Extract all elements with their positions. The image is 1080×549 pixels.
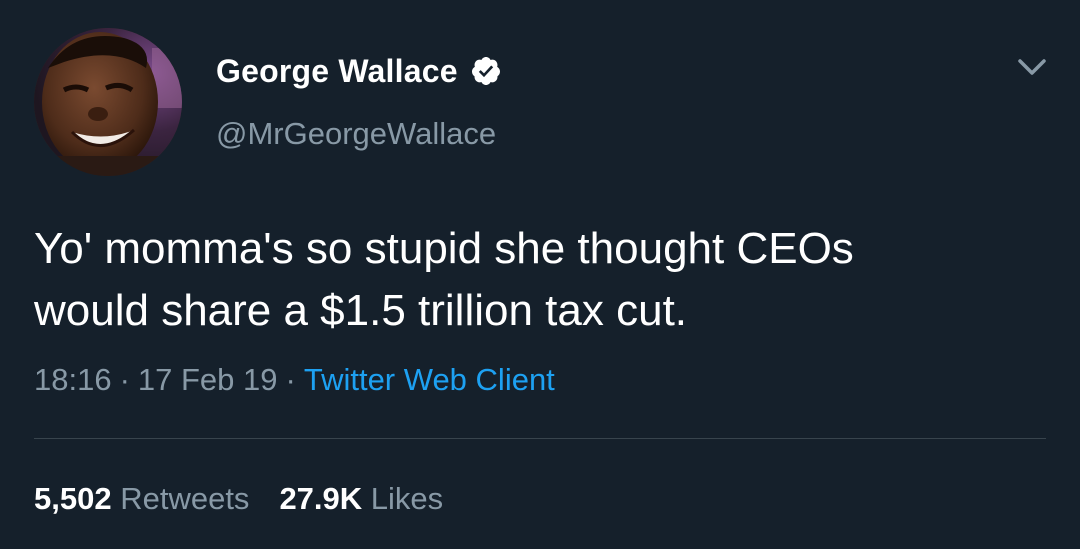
likes-label: Likes [370, 481, 444, 516]
tweet-client-link[interactable]: Twitter Web Client [304, 362, 555, 397]
likes-stat[interactable]: 27.9K Likes [279, 481, 443, 516]
verified-badge-icon [470, 55, 502, 87]
avatar[interactable] [34, 28, 182, 176]
author-handle[interactable]: @MrGeorgeWallace [216, 116, 496, 152]
tweet-date[interactable]: 17 Feb 19 [138, 362, 278, 397]
tweet-meta: 18:16 · 17 Feb 19 · Twitter Web Client [34, 362, 555, 398]
retweets-label: Retweets [120, 481, 250, 516]
display-name[interactable]: George Wallace [216, 53, 458, 90]
meta-separator: · [285, 362, 296, 397]
retweets-count: 5,502 [34, 481, 112, 516]
likes-count: 27.9K [279, 481, 363, 516]
meta-separator: · [119, 362, 130, 397]
retweets-stat[interactable]: 5,502 Retweets [34, 481, 249, 516]
chevron-down-icon[interactable] [1014, 52, 1050, 82]
avatar-photo [34, 28, 182, 176]
tweet-text: Yo' momma's so stupid she thought CEOs w… [34, 224, 854, 335]
tweet-stats: 5,502 Retweets 27.9K Likes [34, 481, 443, 517]
divider [34, 438, 1046, 439]
tweet-time[interactable]: 18:16 [34, 362, 112, 397]
author-name-row[interactable]: George Wallace [216, 50, 502, 92]
